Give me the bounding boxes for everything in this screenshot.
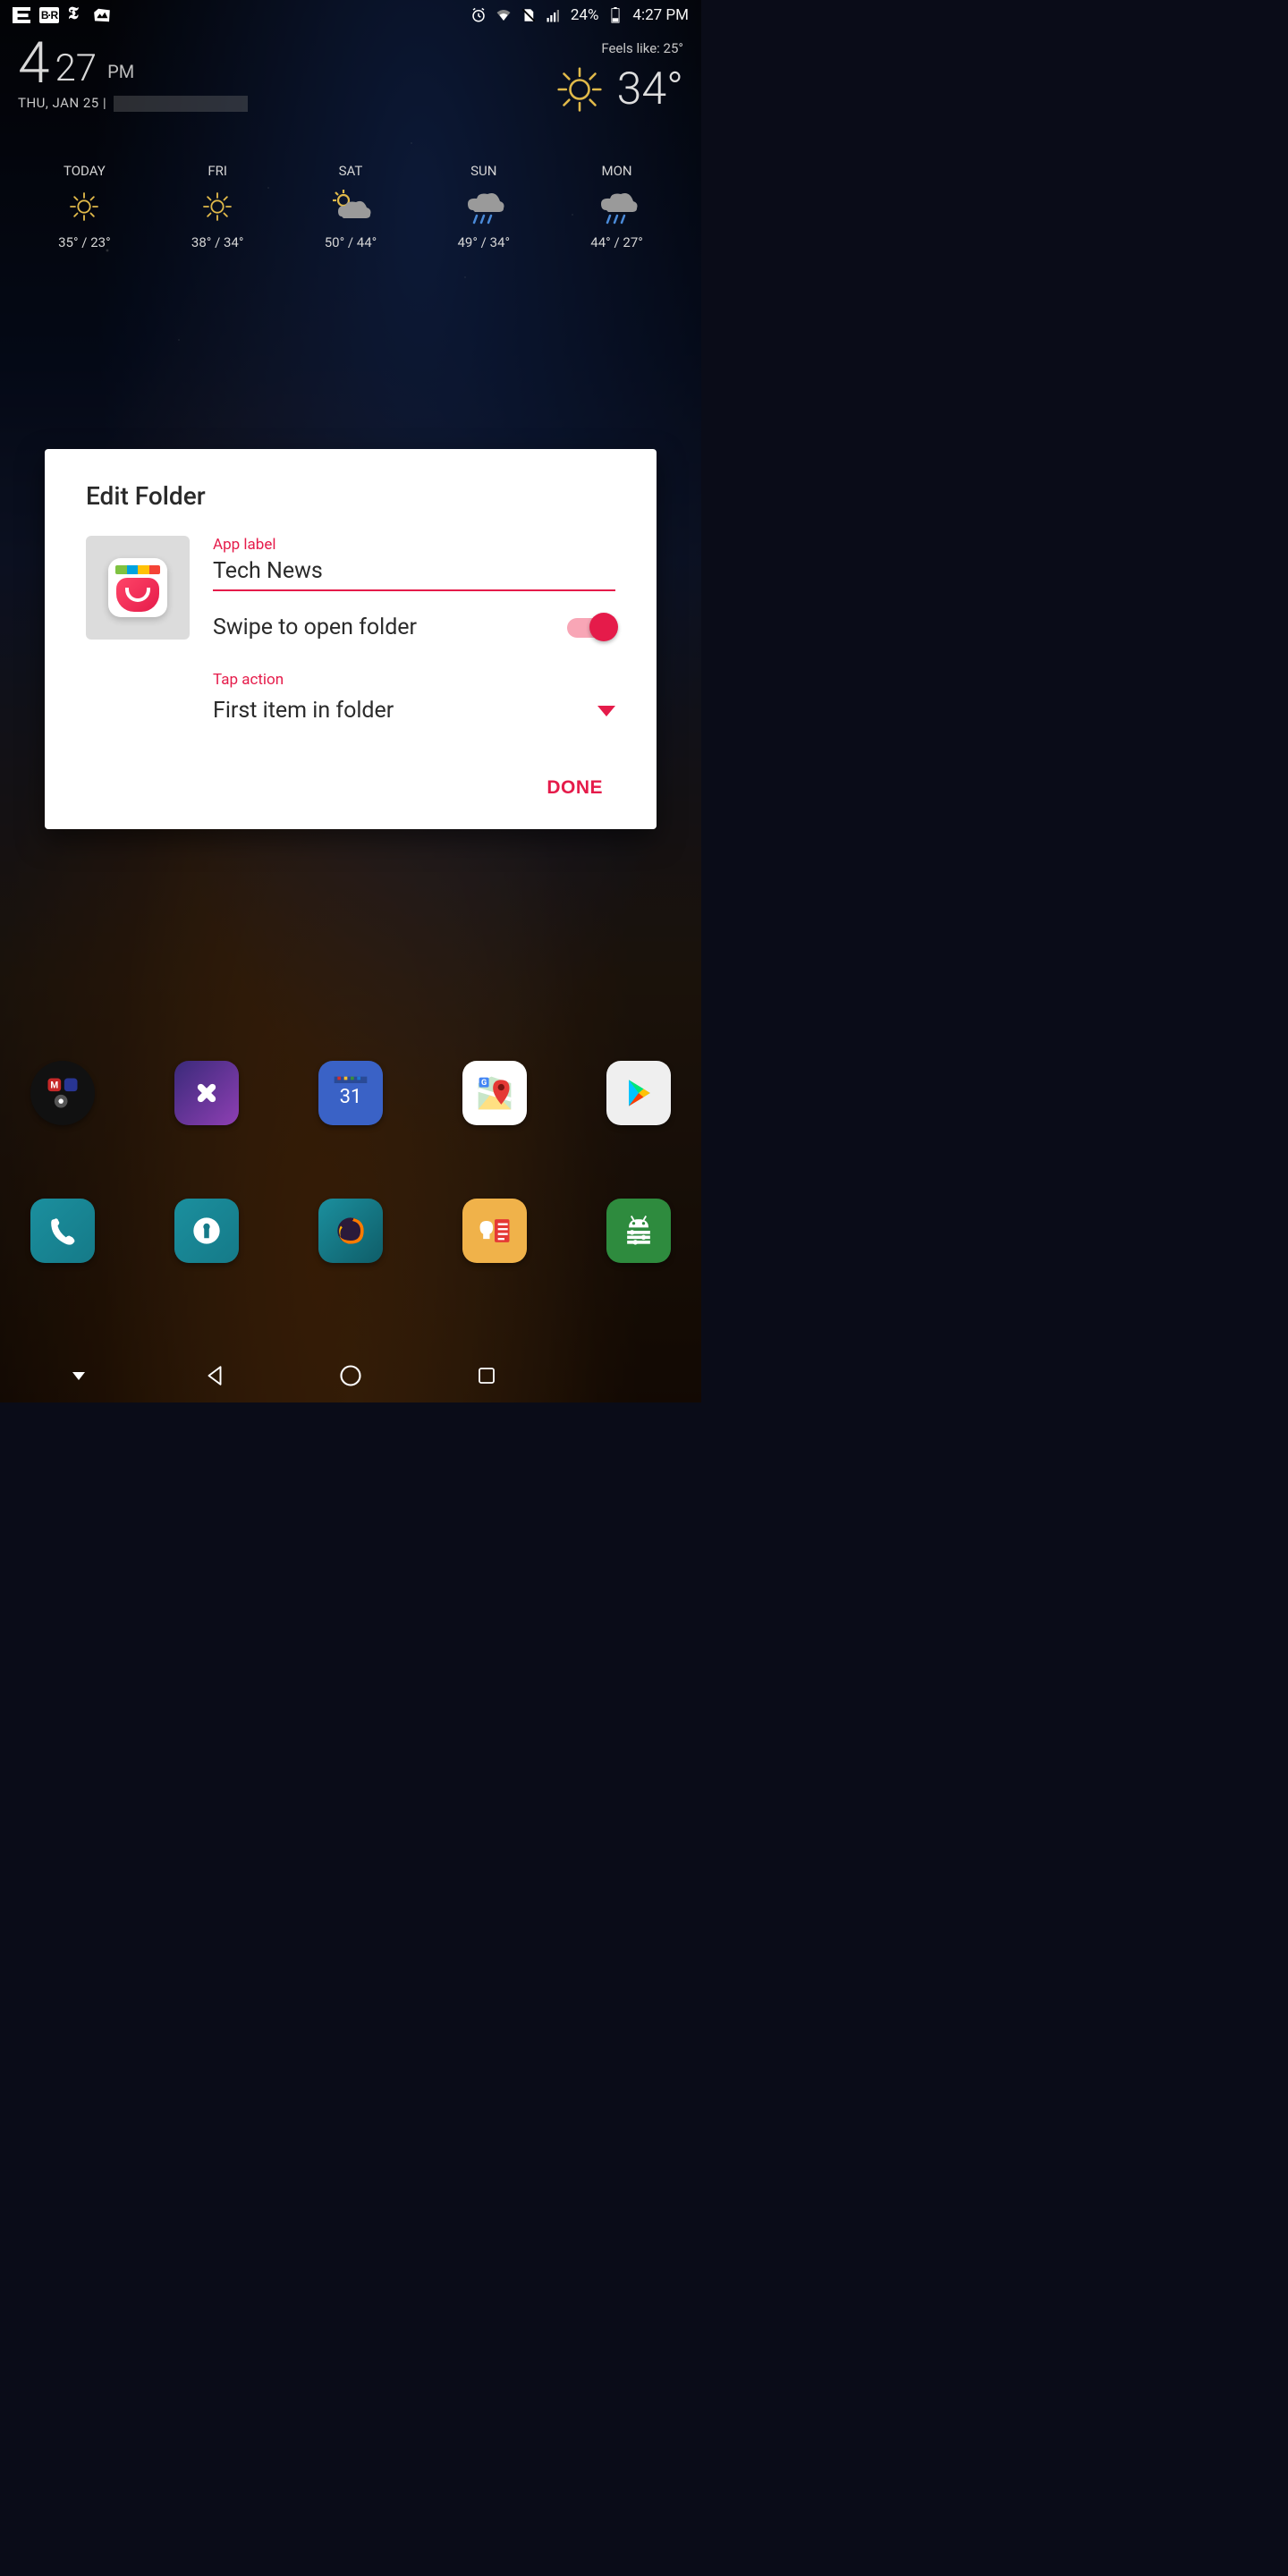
rain-icon	[461, 188, 507, 225]
clock-event-redacted	[114, 96, 248, 112]
feels-like-label: Feels like: 25°	[555, 40, 683, 56]
forecast-day-label: FRI	[208, 163, 227, 179]
home-app-row: M 31 G	[0, 1061, 701, 1125]
clock-hour: 4	[18, 40, 50, 86]
tap-action-caption: Tap action	[213, 671, 615, 689]
cell-signal-icon	[546, 7, 562, 23]
google-maps-icon[interactable]: G	[462, 1061, 527, 1125]
status-bar: B·R 𝕿 24% 4:27 PM	[0, 0, 701, 30]
forecast-day-label: SUN	[470, 163, 496, 179]
home-button[interactable]	[324, 1358, 377, 1394]
battery-icon	[607, 7, 623, 23]
forecast-day-label: TODAY	[64, 163, 106, 179]
back-button[interactable]	[188, 1358, 242, 1394]
nyt-notification-icon: 𝕿	[68, 7, 84, 23]
forecast-hi-lo: 44° / 27°	[590, 234, 643, 250]
clock-minute: 27	[55, 52, 97, 86]
firefox-icon[interactable]	[318, 1199, 383, 1263]
dock	[0, 1199, 701, 1263]
weather-forecast[interactable]: TODAY 35° / 23° FRI 38° / 34° SAT 50° / …	[18, 163, 683, 250]
svg-text:31: 31	[340, 1086, 362, 1108]
ime-switcher-button[interactable]	[52, 1358, 106, 1394]
battery-percent: 24%	[571, 6, 599, 24]
alarm-icon	[470, 7, 487, 23]
tap-action-value: First item in folder	[213, 698, 394, 724]
forecast-hi-lo: 49° / 34°	[458, 234, 511, 250]
folder-app-icon	[108, 558, 167, 617]
svg-text:M: M	[50, 1081, 58, 1091]
clock-date: THU, JAN 25 |	[18, 95, 106, 111]
play-store-icon[interactable]	[606, 1061, 671, 1125]
partly-cloudy-icon	[327, 188, 374, 225]
forecast-hi-lo: 50° / 44°	[325, 234, 377, 250]
swipe-to-open-label: Swipe to open folder	[213, 614, 417, 640]
dialog-title: Edit Folder	[86, 481, 615, 511]
app-label-caption: App label	[213, 536, 615, 554]
forecast-day: FRI 38° / 34°	[151, 163, 284, 250]
done-button[interactable]: DONE	[534, 770, 615, 806]
sd-card-off-icon	[521, 7, 537, 23]
google-keep-icon[interactable]	[462, 1199, 527, 1263]
recents-button[interactable]	[460, 1358, 513, 1394]
folder-icon-preview[interactable]	[86, 536, 190, 640]
bleacher-report-notification-icon: B·R	[39, 7, 59, 23]
password-manager-icon[interactable]	[174, 1199, 239, 1263]
clock-weather-widget[interactable]: 4 27 PM THU, JAN 25 | Feels like: 25° 34…	[18, 40, 683, 112]
slack-icon[interactable]	[174, 1061, 239, 1125]
pocket-icon	[116, 578, 159, 612]
sun-icon	[199, 188, 235, 225]
forecast-day: TODAY 35° / 23°	[18, 163, 151, 250]
forecast-hi-lo: 35° / 23°	[58, 234, 111, 250]
forecast-day-label: MON	[602, 163, 632, 179]
wifi-icon	[496, 7, 512, 23]
swipe-to-open-toggle[interactable]	[567, 618, 615, 638]
chevron-down-icon	[597, 706, 615, 716]
forecast-day: MON 44° / 27°	[550, 163, 683, 250]
forecast-hi-lo: 38° / 34°	[191, 234, 244, 250]
svg-text:G: G	[481, 1079, 487, 1088]
sun-icon	[555, 64, 605, 114]
forecast-day: SAT 50° / 44°	[284, 163, 418, 250]
android-settings-icon[interactable]	[606, 1199, 671, 1263]
navigation-bar	[0, 1349, 701, 1402]
rain-icon	[594, 188, 640, 225]
folder-icon[interactable]: M	[30, 1061, 95, 1125]
phone-icon[interactable]	[30, 1199, 95, 1263]
forecast-day-label: SAT	[339, 163, 363, 179]
photos-notification-icon	[93, 8, 111, 22]
espn-notification-icon	[13, 7, 30, 23]
current-temp: 34°	[617, 64, 683, 115]
app-label-input[interactable]	[213, 555, 615, 591]
forecast-day: SUN 49° / 34°	[417, 163, 550, 250]
sun-icon	[66, 188, 102, 225]
edit-folder-dialog: Edit Folder App label Swipe to open fold…	[45, 449, 657, 829]
tap-action-dropdown[interactable]: First item in folder	[213, 698, 615, 724]
statusbar-time: 4:27 PM	[632, 6, 689, 24]
clock-ampm: PM	[107, 61, 134, 82]
calendar-icon[interactable]: 31	[318, 1061, 383, 1125]
